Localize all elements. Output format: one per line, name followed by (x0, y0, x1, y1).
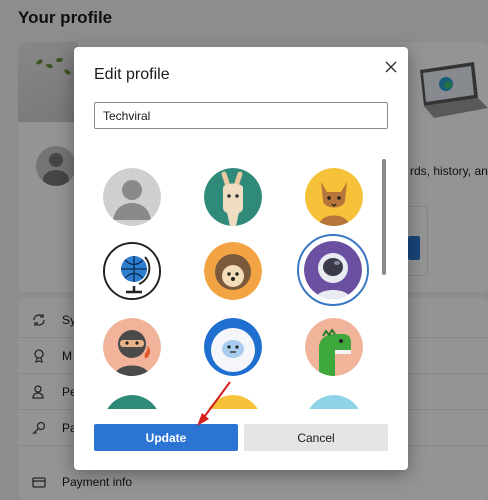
cat-icon (305, 168, 363, 226)
avatar-default-person[interactable] (103, 168, 161, 226)
hedgehog-icon (204, 242, 262, 300)
avatar-scrollbar[interactable] (382, 159, 386, 275)
astronaut-icon (304, 241, 362, 299)
avatar-yeti[interactable] (204, 318, 262, 376)
profile-name-input[interactable] (94, 102, 388, 129)
default-person-icon (103, 168, 161, 226)
dinosaur-icon (305, 318, 363, 376)
avatar-llama[interactable] (204, 168, 262, 226)
llama-icon (204, 168, 262, 226)
dialog-title: Edit profile (94, 66, 170, 83)
avatar-partial-cyan[interactable] (305, 395, 363, 409)
cancel-button[interactable]: Cancel (244, 424, 388, 451)
edit-profile-dialog: Edit profile Techviral Update Cancel (74, 47, 408, 470)
avatar-globe[interactable] (103, 242, 161, 300)
avatar-ninja[interactable] (103, 318, 161, 376)
avatar-picker (74, 155, 408, 409)
partial-avatar-icon (309, 395, 359, 409)
close-icon[interactable] (380, 56, 402, 78)
avatar-partial-teal[interactable] (103, 395, 161, 409)
partial-avatar-icon (208, 395, 258, 409)
globe-icon (105, 244, 159, 298)
avatar-cat[interactable] (305, 168, 363, 226)
avatar-astronaut[interactable] (304, 241, 362, 299)
update-button[interactable]: Update (94, 424, 238, 451)
ninja-icon (103, 318, 161, 376)
yeti-icon (204, 318, 262, 376)
avatar-hedgehog[interactable] (204, 242, 262, 300)
partial-avatar-icon (107, 395, 157, 409)
avatar-dinosaur[interactable] (305, 318, 363, 376)
avatar-partial-yellow[interactable] (204, 395, 262, 409)
